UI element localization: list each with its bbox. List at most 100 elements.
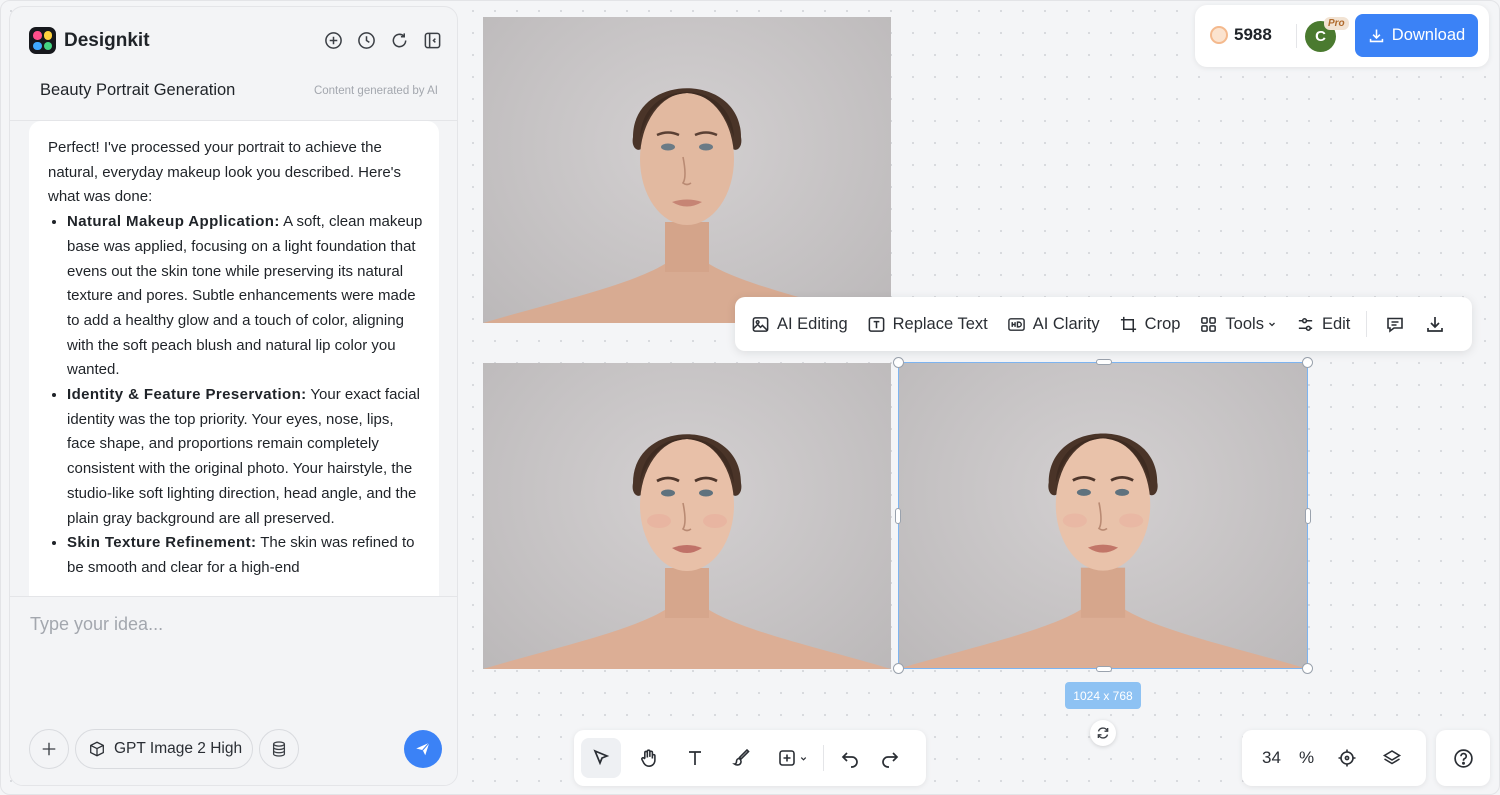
ai-editing-button[interactable]: AI Editing: [751, 315, 848, 334]
download-label: Download: [1391, 26, 1466, 44]
chevron-down-icon: [800, 756, 806, 761]
list-item: Natural Makeup Application: A soft, clea…: [67, 210, 423, 383]
replace-text-button[interactable]: Replace Text: [867, 315, 988, 334]
ai-generated-note: Content generated by AI: [313, 85, 438, 97]
comment-icon: [1387, 317, 1404, 333]
new-chat-icon[interactable]: [322, 29, 344, 51]
point-text: A soft, clean makeup base was applied, f…: [67, 213, 423, 379]
grid-icon: [1201, 316, 1217, 332]
target-icon: [1338, 749, 1356, 767]
rotate-button[interactable]: [1090, 720, 1116, 746]
edit-label: Edit: [1321, 314, 1351, 333]
chevron-down-icon: [1268, 322, 1275, 327]
point-text: Your exact facial identity was the top p…: [67, 386, 420, 527]
credits-count: 5988: [1234, 25, 1272, 44]
rotate-icon: [1097, 727, 1109, 739]
plus-icon: [42, 742, 56, 756]
portrait-image-variant-2-selected[interactable]: [898, 362, 1308, 669]
help-icon: [1453, 748, 1473, 768]
ai-edit-icon: [752, 316, 769, 332]
brand[interactable]: Designkit: [29, 27, 150, 54]
cursor-icon: [593, 749, 610, 766]
fit-to-screen-button[interactable]: [1335, 746, 1359, 770]
zoom-controls: 34 %: [1242, 730, 1426, 786]
assistant-message: Perfect! I've processed your portrait to…: [29, 121, 439, 597]
message-points: Natural Makeup Application: A soft, clea…: [48, 210, 423, 581]
add-box-icon: [778, 750, 795, 766]
send-icon: [416, 742, 430, 756]
redo-button[interactable]: [870, 738, 910, 778]
canvas-tools: [574, 730, 926, 786]
tools-label: Tools: [1225, 314, 1264, 333]
portrait-image-variant-1[interactable]: [483, 363, 891, 669]
composer-area: Type your idea... GPT Image 2 High: [10, 596, 457, 785]
ai-clarity-button[interactable]: AI Clarity: [1007, 315, 1100, 334]
conversation-title: Beauty Portrait Generation: [40, 81, 236, 99]
coin-icon: [1210, 26, 1228, 44]
tools-dropdown[interactable]: Tools: [1199, 315, 1277, 334]
composer-controls: GPT Image 2 High: [29, 729, 300, 769]
account-bar: 5988 C Pro Download: [1195, 5, 1489, 67]
hand-icon: [640, 748, 656, 767]
zoom-unit: %: [1299, 748, 1315, 767]
download-icon: [1427, 317, 1444, 332]
point-heading: Identity & Feature Preservation:: [67, 386, 307, 404]
knowledge-base-button[interactable]: [259, 729, 300, 769]
crop-button[interactable]: Crop: [1119, 314, 1181, 334]
undo-button[interactable]: [830, 738, 870, 778]
download-icon: [1369, 29, 1384, 43]
database-icon: [273, 741, 286, 757]
help-button[interactable]: [1436, 730, 1490, 786]
model-selector[interactable]: GPT Image 2 High: [75, 729, 254, 769]
point-heading: Skin Texture Refinement:: [67, 534, 257, 552]
insert-shape-dropdown[interactable]: [769, 738, 815, 778]
divider: [823, 745, 824, 771]
hand-tool[interactable]: [628, 738, 668, 778]
crop-label: Crop: [1144, 314, 1181, 333]
hd-icon: [1007, 317, 1025, 331]
replace-text-label: Replace Text: [892, 314, 988, 333]
idea-input[interactable]: Type your idea...: [30, 614, 163, 635]
cube-icon: [90, 741, 104, 757]
ai-clarity-label: AI Clarity: [1032, 314, 1100, 333]
send-button[interactable]: [404, 730, 442, 768]
text-tool[interactable]: [675, 738, 715, 778]
crop-icon: [1120, 316, 1136, 332]
chat-panel: Designkit Beauty Portrait Generation Con…: [9, 6, 458, 786]
undo-icon: [841, 752, 858, 768]
model-label: GPT Image 2 High: [114, 740, 243, 757]
sliders-icon: [1298, 317, 1313, 331]
comment-button[interactable]: [1383, 312, 1407, 336]
download-image-button[interactable]: [1423, 312, 1447, 336]
pro-badge: Pro: [1324, 17, 1349, 30]
collapse-panel-icon[interactable]: [421, 29, 443, 51]
refresh-icon[interactable]: [388, 29, 410, 51]
history-icon[interactable]: [355, 29, 377, 51]
text-icon: [689, 751, 701, 765]
message-intro: Perfect! I've processed your portrait to…: [48, 139, 402, 206]
brush-tool[interactable]: [722, 738, 762, 778]
ai-editing-label: AI Editing: [777, 314, 848, 333]
download-button[interactable]: Download: [1355, 14, 1478, 57]
list-item: Skin Texture Refinement: The skin was re…: [67, 531, 423, 580]
credits-display[interactable]: 5988: [1210, 25, 1272, 45]
redo-icon: [882, 752, 899, 768]
layers-button[interactable]: [1380, 746, 1404, 770]
designkit-logo-icon: [29, 27, 56, 54]
toolbar-separator: [1366, 311, 1368, 337]
brush-icon: [732, 748, 750, 766]
zoom-level[interactable]: 34: [1262, 748, 1286, 768]
layers-icon: [1383, 750, 1402, 765]
portrait-image-original[interactable]: [483, 17, 891, 323]
app-name: Designkit: [64, 29, 150, 51]
select-tool[interactable]: [581, 738, 621, 778]
point-heading: Natural Makeup Application:: [67, 213, 280, 231]
image-size-badge: 1024 x 768: [1065, 682, 1141, 709]
edit-button[interactable]: Edit: [1296, 315, 1350, 334]
add-attachment-button[interactable]: [29, 729, 69, 769]
replace-text-icon: [868, 316, 885, 332]
list-item: Identity & Feature Preservation: Your ex…: [67, 383, 423, 531]
image-context-toolbar: AI Editing Replace Text AI Clarity Crop …: [735, 297, 1472, 351]
panel-header-actions: [322, 29, 443, 51]
divider: [1296, 24, 1297, 48]
